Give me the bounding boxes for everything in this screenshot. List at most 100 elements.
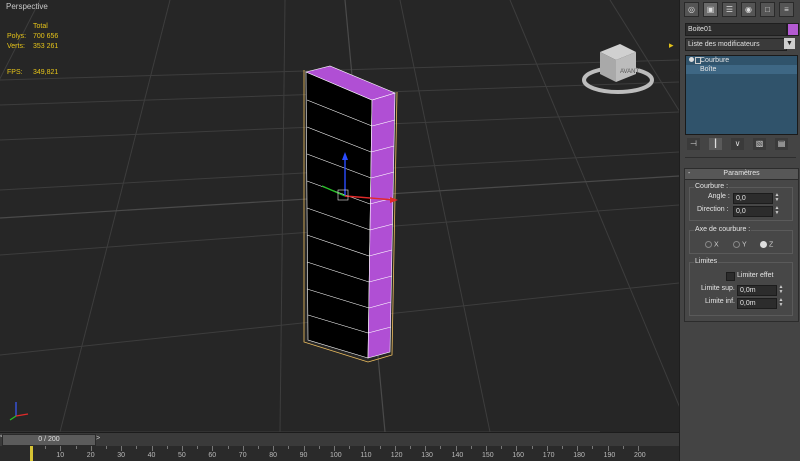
ruler-tick bbox=[516, 446, 518, 451]
current-frame-marker[interactable] bbox=[30, 446, 33, 461]
ruler-tick bbox=[364, 446, 366, 451]
show-end-result-icon[interactable]: ┃ bbox=[709, 138, 722, 150]
rollout-title-label: Paramètres bbox=[723, 170, 760, 177]
lower-limit-input[interactable]: 0,0m bbox=[737, 298, 777, 309]
stack-item-boite[interactable]: Boîte bbox=[686, 65, 797, 74]
limit-effect-checkbox[interactable] bbox=[726, 272, 735, 281]
display-icon[interactable]: □ bbox=[760, 2, 775, 17]
upper-limit-spinner-icon[interactable]: ▲ ▼ bbox=[778, 285, 784, 295]
limits-group: Limites Limiter effet Limite sup. : 0,0m… bbox=[689, 258, 793, 316]
pin-stack-icon[interactable]: ⊣ bbox=[687, 138, 700, 150]
verts-value: 353 261 bbox=[33, 43, 59, 50]
ruler-tick bbox=[622, 446, 624, 449]
axis-z-label: Z bbox=[769, 241, 774, 249]
divider bbox=[685, 157, 796, 158]
stack-item-label: Courbure bbox=[700, 57, 730, 64]
axis-z-radio[interactable]: Z bbox=[760, 241, 773, 248]
ruler-label: 130 bbox=[421, 452, 433, 459]
ruler-tick bbox=[349, 446, 351, 449]
rollout-title[interactable]: - Paramètres bbox=[685, 169, 798, 180]
direction-input[interactable]: 0,0 bbox=[733, 206, 773, 217]
object-color-swatch[interactable] bbox=[787, 23, 799, 36]
polys-value: 700 656 bbox=[33, 33, 59, 40]
ruler-tick bbox=[136, 446, 138, 449]
ruler-tick bbox=[638, 446, 639, 451]
ruler-label: 140 bbox=[451, 452, 464, 459]
viewport-label[interactable]: Perspective bbox=[6, 2, 48, 11]
configure-sets-icon[interactable]: ▤ bbox=[775, 138, 788, 150]
ruler-tick bbox=[394, 446, 396, 451]
axis-y-radio[interactable]: Y bbox=[733, 241, 747, 248]
time-slider[interactable]: < 0 / 200 > bbox=[0, 432, 679, 446]
ruler-label: 70 bbox=[238, 452, 247, 459]
motion-icon[interactable]: ◉ bbox=[741, 2, 756, 17]
ruler-tick bbox=[90, 446, 92, 451]
ruler-label: 160 bbox=[512, 452, 525, 459]
axis-tripod-icon bbox=[9, 402, 29, 421]
ruler-label: 110 bbox=[360, 452, 372, 459]
angle-label: Angle : bbox=[708, 193, 730, 200]
ruler-tick bbox=[45, 446, 47, 449]
radio-icon[interactable] bbox=[760, 241, 767, 248]
lower-limit-label: Limite inf. : bbox=[705, 298, 739, 305]
remove-modifier-icon[interactable]: ▧ bbox=[753, 138, 766, 150]
ruler-label: 30 bbox=[117, 452, 125, 459]
ruler-label: 100 bbox=[330, 452, 342, 459]
command-panel: ◎ ▣ ☰ ◉ □ ≡ Boite01 Liste des modificate… bbox=[679, 0, 800, 461]
utilities-icon[interactable]: ≡ bbox=[779, 2, 794, 17]
axis-group-label: Axe de courbure : bbox=[694, 226, 752, 233]
modifier-list-dropdown[interactable]: Liste des modificateurs bbox=[685, 38, 787, 51]
perspective-viewport[interactable]: Perspective Total Polys: 700 656 Verts: 35… bbox=[0, 0, 679, 432]
ruler-label: 50 bbox=[178, 452, 186, 459]
create-icon[interactable]: ◎ bbox=[684, 2, 699, 17]
ruler-label: 60 bbox=[208, 452, 217, 459]
ruler-label: 80 bbox=[269, 452, 277, 459]
radio-icon[interactable] bbox=[733, 241, 740, 248]
make-unique-icon[interactable]: ∨ bbox=[731, 138, 744, 150]
ruler-tick bbox=[425, 446, 427, 451]
viewcube[interactable]: AVANT bbox=[580, 40, 660, 100]
lower-limit-spinner-icon[interactable]: ▲ ▼ bbox=[778, 298, 784, 308]
ruler-tick bbox=[151, 446, 153, 451]
ruler-tick bbox=[60, 446, 62, 451]
radio-icon[interactable] bbox=[705, 241, 712, 248]
track-bar[interactable]: 10 20 30 40 50 60 70 80 90 100 110 120 130 140 150 160 1… bbox=[0, 446, 679, 461]
ruler-tick bbox=[75, 446, 77, 449]
expand-icon[interactable] bbox=[695, 57, 701, 64]
ruler-tick bbox=[440, 446, 442, 449]
ruler-tick bbox=[303, 446, 305, 451]
collapse-icon[interactable]: - bbox=[688, 169, 690, 179]
time-slider-thumb[interactable]: 0 / 200 bbox=[2, 434, 96, 446]
courbure-group: Courbure : Angle : 0,0 ▲ ▼ Direction : 0,… bbox=[689, 183, 793, 221]
hierarchy-icon[interactable]: ☰ bbox=[722, 2, 737, 17]
ruler-label: 40 bbox=[147, 452, 156, 459]
ruler-label: 120 bbox=[390, 452, 403, 459]
limits-group-label: Limites bbox=[694, 258, 719, 265]
upper-limit-input[interactable]: 0,0m bbox=[737, 285, 777, 296]
angle-input[interactable]: 0,0 bbox=[733, 193, 773, 204]
axis-x-radio[interactable]: X bbox=[705, 241, 719, 248]
modify-icon[interactable]: ▣ bbox=[703, 2, 718, 17]
chevron-down-icon[interactable]: ▼ bbox=[784, 38, 795, 49]
ruler-tick bbox=[410, 446, 411, 449]
ruler-tick bbox=[562, 446, 563, 449]
lightbulb-icon[interactable] bbox=[689, 57, 694, 62]
ruler-label: 170 bbox=[542, 452, 555, 459]
ruler-tick bbox=[242, 446, 244, 451]
modifier-stack[interactable]: Courbure Boîte bbox=[685, 55, 798, 135]
parameters-rollout: - Paramètres Courbure : Angle : 0,0 ▲ ▼ D… bbox=[684, 168, 799, 322]
ruler-tick bbox=[531, 446, 533, 449]
ruler-label: 180 bbox=[573, 452, 585, 459]
ruler-tick bbox=[197, 446, 199, 449]
fps-label: FPS: bbox=[7, 69, 23, 76]
box-object[interactable] bbox=[0, 0, 679, 432]
ruler-tick bbox=[486, 446, 487, 451]
next-frame-icon[interactable]: > bbox=[96, 434, 104, 444]
stack-item-courbure[interactable]: Courbure bbox=[686, 56, 797, 65]
ruler-tick bbox=[455, 446, 457, 451]
angle-spinner-icon[interactable]: ▲ ▼ bbox=[774, 193, 780, 203]
polys-label: Polys: bbox=[7, 33, 27, 40]
direction-spinner-icon[interactable]: ▲ ▼ bbox=[774, 206, 780, 216]
ruler-label: 90 bbox=[299, 452, 308, 459]
object-name-field[interactable]: Boite01 bbox=[685, 23, 787, 36]
